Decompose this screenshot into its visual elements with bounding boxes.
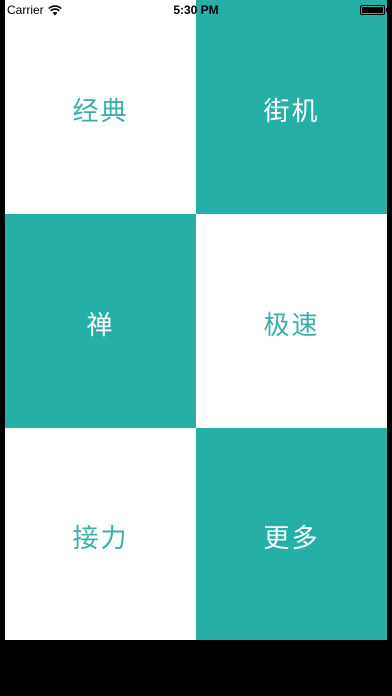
- mode-tile-classic[interactable]: 经典: [5, 0, 196, 214]
- battery-level-fill: [362, 7, 383, 13]
- mode-label-classic: 经典: [72, 96, 129, 127]
- screen: Carrier 5:30 PM 经典 街机 禅 极速 接力 更多: [0, 0, 392, 696]
- mode-label-rush: 极速: [263, 310, 320, 341]
- mode-tile-arcade[interactable]: 街机: [196, 0, 387, 214]
- mode-tile-more[interactable]: 更多: [196, 428, 387, 640]
- mode-tile-rush[interactable]: 极速: [196, 214, 387, 428]
- mode-label-more: 更多: [263, 523, 320, 554]
- status-time: 5:30 PM: [173, 3, 219, 17]
- mode-label-arcade: 街机: [263, 96, 320, 127]
- battery-icon: [360, 5, 388, 15]
- mode-tile-relay[interactable]: 接力: [5, 428, 196, 640]
- app-view: Carrier 5:30 PM 经典 街机 禅 极速 接力 更多: [5, 0, 388, 640]
- mode-label-relay: 接力: [72, 523, 129, 554]
- mode-grid: 经典 街机 禅 极速 接力 更多: [5, 0, 387, 640]
- mode-tile-zen[interactable]: 禅: [5, 214, 196, 428]
- mode-label-zen: 禅: [86, 310, 115, 341]
- status-bar: Carrier 5:30 PM: [5, 0, 388, 20]
